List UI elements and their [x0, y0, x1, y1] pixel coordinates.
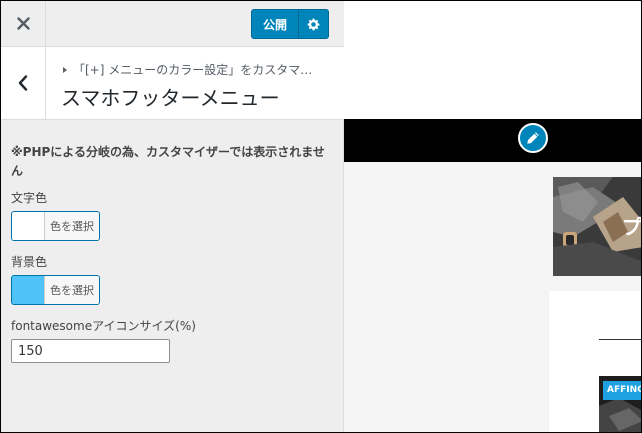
gear-icon: [307, 18, 320, 30]
breadcrumb-text: 「[+] メニューのカラー設定」をカスタマ…: [73, 63, 313, 77]
preview-header-area: [344, 1, 641, 119]
close-customizer-button[interactable]: [1, 1, 46, 46]
controls-panel: ※PHPによる分岐の為、カスタマイザーでは表示されません 文字色 色を選択 背景…: [11, 121, 336, 363]
section-header: 「[+] メニューのカラー設定」をカスタマ… スマホフッターメニュー: [1, 47, 344, 120]
php-notice: ※PHPによる分岐の為、カスタマイザーでは表示されません: [11, 145, 325, 178]
caret-right-icon: [63, 66, 67, 73]
category-badge: AFFING: [603, 381, 641, 400]
preview-nav-bar: [344, 119, 641, 162]
text-color-picker-button[interactable]: 色を選択: [11, 211, 100, 241]
hero-title-char: プ: [622, 215, 642, 239]
text-color-label: 文字色: [11, 191, 48, 205]
publish-button-group: 公開: [251, 9, 329, 39]
close-icon: [16, 17, 30, 30]
back-button[interactable]: [1, 47, 46, 119]
publish-settings-button[interactable]: [298, 10, 328, 38]
icon-size-label: fontawesomeアイコンサイズ(%): [11, 319, 196, 333]
bg-color-button-label: 色を選択: [45, 276, 99, 304]
publish-button[interactable]: 公開: [252, 10, 298, 38]
chevron-left-icon: [18, 75, 28, 91]
customizer-window: 公開 「[+] メニューのカラー設定」をカスタマ… スマホフッターメニュー ※P…: [0, 0, 642, 433]
site-preview: プ AFFING: [344, 1, 642, 432]
text-color-swatch: [12, 212, 45, 240]
icon-size-input[interactable]: [11, 339, 170, 363]
pencil-icon: [527, 132, 539, 144]
bg-color-picker-button[interactable]: 色を選択: [11, 275, 100, 305]
section-title: スマホフッターメニュー: [61, 86, 280, 110]
bg-color-label: 背景色: [11, 255, 48, 269]
bg-color-swatch: [12, 276, 45, 304]
customizer-sidebar: 公開 「[+] メニューのカラー設定」をカスタマ… スマホフッターメニュー ※P…: [1, 1, 344, 432]
customizer-topbar: 公開: [1, 1, 344, 47]
edit-shortcut-button[interactable]: [518, 123, 548, 153]
breadcrumb: 「[+] メニューのカラー設定」をカスタマ…: [63, 61, 312, 78]
text-color-button-label: 色を選択: [45, 212, 99, 240]
preview-divider: [599, 339, 641, 340]
